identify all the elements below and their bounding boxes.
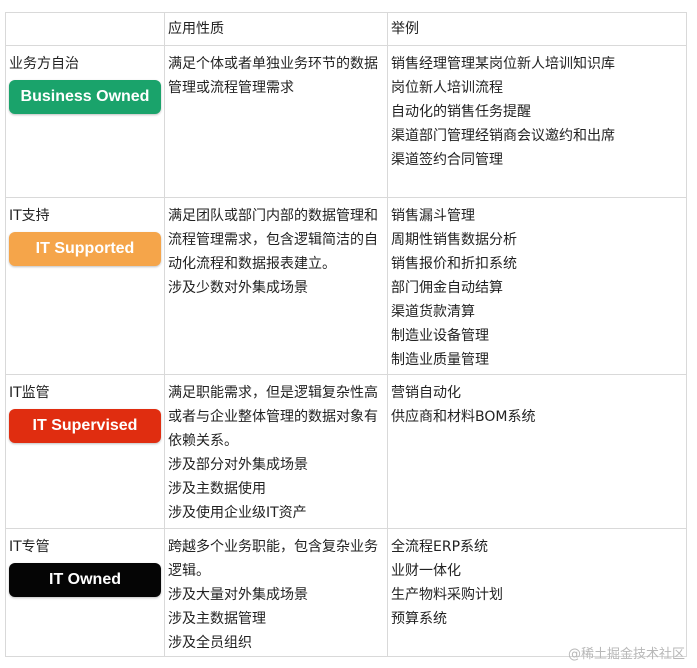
example-item: 制造业设备管理 [391, 328, 489, 344]
nature-cell: 满足团队或部门内部的数据管理和流程管理需求，包含逻辑简洁的自动化流程和数据报表建… [164, 197, 388, 375]
example-item: 生产物料采购计划 [391, 587, 503, 603]
table-row: IT监管 IT Supervised 满足职能需求，但是逻辑复杂性高或者与企业整… [5, 374, 687, 529]
category-label: 业务方自治 [9, 56, 79, 72]
nature-cell: 满足个体或者单独业务环节的数据管理或流程管理需求 [164, 45, 388, 198]
example-item: 岗位新人培训流程 [391, 80, 503, 96]
it-supervised-badge: IT Supervised [9, 409, 161, 443]
header-col1 [5, 12, 165, 46]
category-label: IT支持 [9, 208, 50, 224]
example-item: 预算系统 [391, 611, 447, 627]
category-label: IT监管 [9, 385, 50, 401]
example-item: 渠道部门管理经销商会议邀约和出席 [391, 128, 615, 144]
nature-line: 涉及主数据管理 [168, 611, 266, 627]
examples-cell: 销售经理管理某岗位新人培训知识库 岗位新人培训流程 自动化的销售任务提醒 渠道部… [387, 45, 687, 198]
nature-line: 满足团队或部门内部的数据管理和流程管理需求，包含逻辑简洁的自动化流程和数据报表建… [168, 208, 378, 272]
table-row: IT支持 IT Supported 满足团队或部门内部的数据管理和流程管理需求，… [5, 197, 687, 375]
it-owned-badge: IT Owned [9, 563, 161, 597]
category-cell: 业务方自治 Business Owned [5, 45, 165, 198]
nature-line: 满足职能需求，但是逻辑复杂性高或者与企业整体管理的数据对象有依赖关系。 [168, 385, 378, 449]
example-item: 制造业质量管理 [391, 352, 489, 368]
nature-cell: 跨越多个业务职能，包含复杂业务逻辑。 涉及大量对外集成场景 涉及主数据管理 涉及… [164, 528, 388, 657]
nature-line: 涉及主数据使用 [168, 481, 266, 497]
table-row: 业务方自治 Business Owned 满足个体或者单独业务环节的数据管理或流… [5, 45, 687, 198]
classification-table: 应用性质 举例 业务方自治 Business Owned 满足个体或者单独业务环… [5, 12, 687, 657]
nature-line: 涉及少数对外集成场景 [168, 280, 308, 296]
example-item: 渠道签约合同管理 [391, 152, 503, 168]
header-col2: 应用性质 [164, 12, 388, 46]
header-row: 应用性质 举例 [5, 12, 687, 46]
category-cell: IT监管 IT Supervised [5, 374, 165, 529]
example-item: 销售漏斗管理 [391, 208, 475, 224]
nature-line: 涉及全员组织 [168, 635, 252, 651]
nature-line: 涉及部分对外集成场景 [168, 457, 308, 473]
example-item: 供应商和材料BOM系统 [391, 409, 536, 425]
category-cell: IT支持 IT Supported [5, 197, 165, 375]
example-item: 周期性销售数据分析 [391, 232, 517, 248]
example-item: 渠道货款清算 [391, 304, 475, 320]
nature-line: 跨越多个业务职能，包含复杂业务逻辑。 [168, 539, 378, 579]
examples-cell: 销售漏斗管理 周期性销售数据分析 销售报价和折扣系统 部门佣金自动结算 渠道货款… [387, 197, 687, 375]
header-col3: 举例 [387, 12, 687, 46]
example-item: 自动化的销售任务提醒 [391, 104, 531, 120]
examples-cell: 全流程ERP系统 业财一体化 生产物料采购计划 预算系统 [387, 528, 687, 657]
example-item: 全流程ERP系统 [391, 539, 489, 555]
nature-line: 涉及使用企业级IT资产 [168, 505, 307, 521]
nature-line: 满足个体或者单独业务环节的数据管理或流程管理需求 [168, 56, 378, 96]
example-item: 部门佣金自动结算 [391, 280, 503, 296]
example-item: 销售经理管理某岗位新人培训知识库 [391, 56, 615, 72]
nature-line: 涉及大量对外集成场景 [168, 587, 308, 603]
table-row: IT专管 IT Owned 跨越多个业务职能，包含复杂业务逻辑。 涉及大量对外集… [5, 528, 687, 657]
category-cell: IT专管 IT Owned [5, 528, 165, 657]
example-item: 营销自动化 [391, 385, 461, 401]
watermark: @稀土掘金技术社区 [567, 647, 685, 662]
category-label: IT专管 [9, 539, 50, 555]
business-owned-badge: Business Owned [9, 80, 161, 114]
it-supported-badge: IT Supported [9, 232, 161, 266]
example-item: 业财一体化 [391, 563, 461, 579]
example-item: 销售报价和折扣系统 [391, 256, 517, 272]
nature-cell: 满足职能需求，但是逻辑复杂性高或者与企业整体管理的数据对象有依赖关系。 涉及部分… [164, 374, 388, 529]
examples-cell: 营销自动化 供应商和材料BOM系统 [387, 374, 687, 529]
